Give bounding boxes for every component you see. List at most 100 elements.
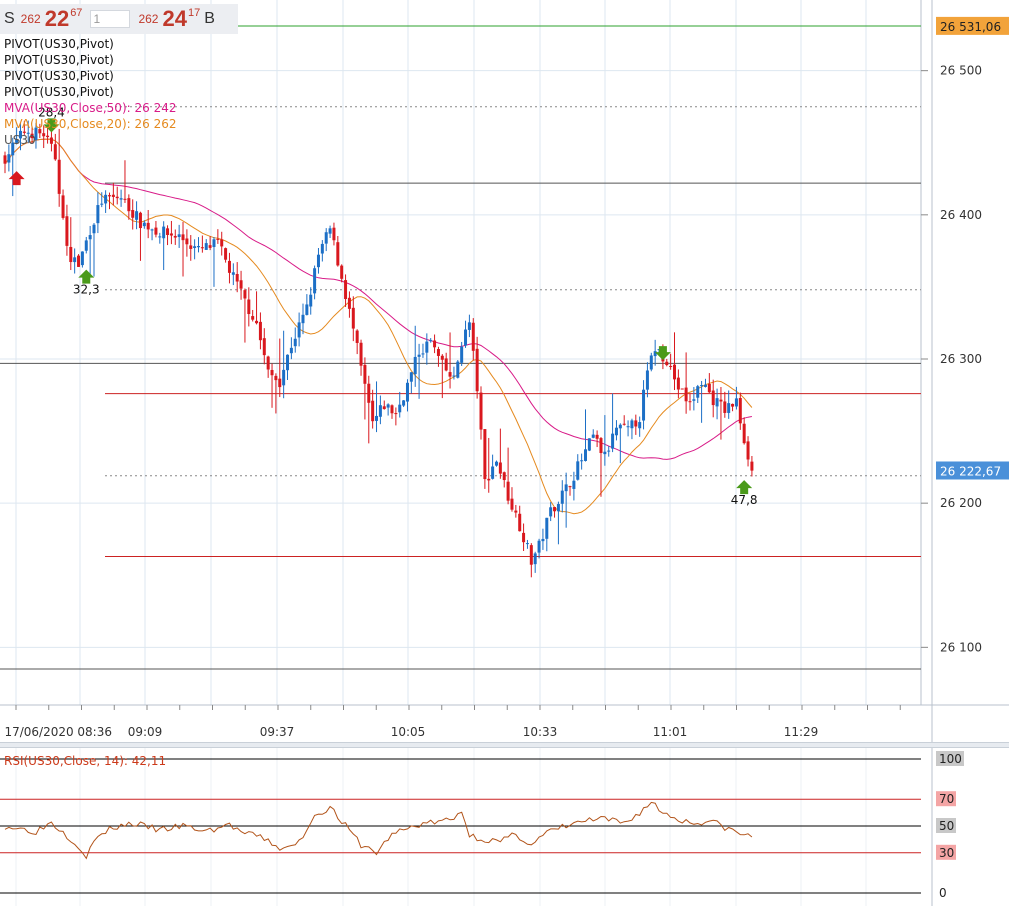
candle-body [700, 385, 704, 387]
candle-body [3, 155, 7, 164]
legend-pivot-3[interactable]: PIVOT(US30,Pivot) [4, 68, 176, 84]
candle-body [553, 507, 557, 512]
x-tick-label: 10:33 [523, 725, 558, 739]
candle [696, 384, 700, 404]
candle-body [142, 222, 146, 227]
candle-body [715, 398, 719, 407]
candle-body [622, 423, 626, 425]
candle-body [131, 210, 135, 218]
candle-body [347, 297, 351, 309]
candle [703, 378, 707, 388]
candle [727, 390, 731, 419]
candle [386, 403, 390, 416]
candle-body [158, 236, 162, 238]
candle-body [491, 466, 495, 479]
candle-body [204, 243, 208, 250]
quantity-input[interactable]: 1 [90, 10, 131, 28]
candle [506, 447, 510, 505]
y-tick-label: 26 500 [940, 64, 982, 78]
candle-body [564, 484, 568, 492]
candle [231, 263, 235, 286]
candle-body [649, 355, 653, 370]
candle [185, 229, 189, 257]
buy-price-prefix: 262 [138, 12, 159, 26]
buy-button[interactable]: B [204, 10, 215, 28]
candle [177, 224, 181, 248]
signal-value-label: 47,8 [731, 493, 758, 507]
sell-price-main[interactable]: 22 [45, 6, 69, 32]
candle [243, 288, 247, 343]
candle [7, 144, 11, 172]
candle-body [313, 268, 317, 294]
candle [409, 372, 413, 394]
candle [111, 182, 115, 206]
candle-body [80, 251, 84, 266]
candle [614, 420, 618, 441]
rsi-level-tag: 50 [936, 818, 956, 833]
candle [560, 480, 564, 513]
candle-body [591, 434, 595, 438]
candle-body [371, 400, 375, 422]
sell-button[interactable]: S [4, 10, 15, 28]
rsi-chart[interactable]: 100 70 50 30 0 RSI(US30,Close, 14): 42,11 [0, 748, 1009, 906]
candle [138, 211, 142, 261]
candle [626, 420, 630, 437]
rsi-level-tag: 0 [936, 885, 956, 900]
candle-body [529, 545, 533, 565]
candle-body [618, 424, 622, 429]
legend-pivot-1[interactable]: PIVOT(US30,Pivot) [4, 36, 176, 52]
candle [363, 357, 367, 420]
candle [166, 225, 170, 246]
candle [475, 336, 479, 399]
candle [711, 379, 715, 418]
legend-pivot-2[interactable]: PIVOT(US30,Pivot) [4, 52, 176, 68]
candle-body [502, 472, 506, 481]
candle-body [332, 227, 336, 241]
candle-body [587, 438, 591, 451]
candle-body [84, 240, 88, 251]
x-axis: 17/06/2020 08:36 09:09 09:37 10:05 10:33 11:0… [4, 705, 901, 739]
price-tag-label: 26 222,67 [940, 464, 1001, 478]
candle-body [119, 198, 123, 200]
candle-body [402, 400, 406, 406]
candle-body [185, 238, 189, 245]
candle-body [479, 392, 483, 430]
candle-body [286, 354, 290, 371]
candle [347, 291, 351, 318]
candle [181, 221, 185, 277]
candle-body [274, 375, 278, 381]
candle [235, 262, 239, 293]
candle-body [498, 462, 502, 474]
legend-mva-50[interactable]: MVA(US30,Close,50): 26 242 [4, 100, 176, 116]
candle-body [208, 245, 212, 248]
candle-body [247, 299, 251, 315]
candle-body [653, 351, 657, 357]
candle-body [738, 398, 742, 424]
buy-price-main[interactable]: 24 [162, 6, 186, 32]
candle [316, 247, 320, 274]
candle-body [289, 347, 293, 354]
candle-body [599, 438, 603, 454]
candle [239, 270, 243, 300]
candle [197, 237, 200, 253]
candle-body [537, 540, 541, 553]
legend-mva-20[interactable]: MVA(US30,Close,20): 26 262 [4, 116, 176, 132]
candle [324, 228, 328, 252]
candle-body [69, 246, 73, 263]
candle-body [282, 369, 286, 386]
candle-body [189, 245, 193, 249]
candle [258, 312, 262, 350]
rsi-level-label: 70 [939, 792, 954, 806]
candle [119, 189, 123, 207]
candle [545, 517, 549, 552]
candle [65, 204, 69, 256]
legend-pivot-4[interactable]: PIVOT(US30,Pivot) [4, 84, 176, 100]
candle-body [522, 532, 526, 543]
candle-body [696, 386, 700, 398]
candle-body [676, 377, 680, 390]
candle-body [162, 226, 166, 239]
candle [405, 379, 409, 412]
candle [568, 485, 572, 496]
candle [595, 430, 599, 448]
price-tag-label: 26 531,06 [940, 20, 1001, 34]
